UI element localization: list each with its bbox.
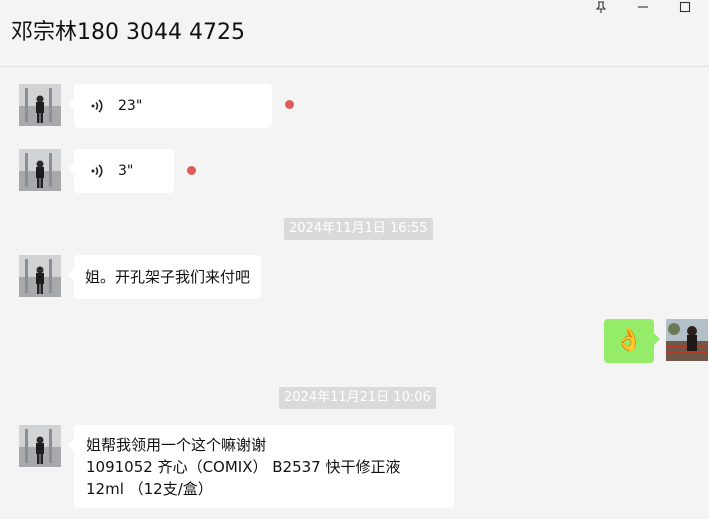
contact-avatar[interactable] <box>19 149 61 191</box>
unread-indicator <box>187 166 196 175</box>
voice-duration: 3" <box>118 163 134 179</box>
voice-duration: 23" <box>118 98 143 114</box>
minimize-icon[interactable] <box>628 0 658 14</box>
voice-message-bubble[interactable]: 23" <box>68 84 272 128</box>
chat-title: 邓宗林180 3044 4725 <box>11 20 245 45</box>
chat-header: 邓宗林180 3044 4725 <box>0 0 709 67</box>
message-timestamp: 2024年11月1日 16:55 <box>284 218 433 240</box>
ok-hand-icon: 👌 <box>615 328 643 353</box>
text-message-bubble[interactable]: 姐帮我领用一个这个嘛谢谢 1091052 齐心（COMIX） B2537 快干修… <box>68 425 454 508</box>
voice-message-bubble[interactable]: 3" <box>68 149 174 193</box>
contact-avatar[interactable] <box>19 425 61 467</box>
message-text: 姐。开孔架子我们来付吧 <box>85 268 251 286</box>
message-timestamp: 2024年11月21日 10:06 <box>279 387 436 409</box>
unread-indicator <box>285 100 294 109</box>
voice-message[interactable]: 23" <box>74 84 272 128</box>
maximize-icon[interactable] <box>670 0 700 14</box>
message-line: 1091052 齐心（COMIX） B2537 快干修正液 <box>86 458 401 476</box>
contact-avatar[interactable] <box>19 255 61 297</box>
message-line: 12ml （12支/盒） <box>86 480 213 498</box>
pin-icon[interactable] <box>586 0 616 14</box>
self-avatar[interactable] <box>666 319 708 361</box>
contact-avatar[interactable] <box>19 84 61 126</box>
voice-wave-icon <box>91 164 103 178</box>
self-emoji-bubble[interactable]: 👌 <box>604 319 660 363</box>
voice-message[interactable]: 3" <box>74 149 174 193</box>
text-message-bubble[interactable]: 姐。开孔架子我们来付吧 <box>67 255 262 299</box>
message-line: 姐帮我领用一个这个嘛谢谢 <box>86 436 267 454</box>
voice-wave-icon <box>91 99 103 113</box>
